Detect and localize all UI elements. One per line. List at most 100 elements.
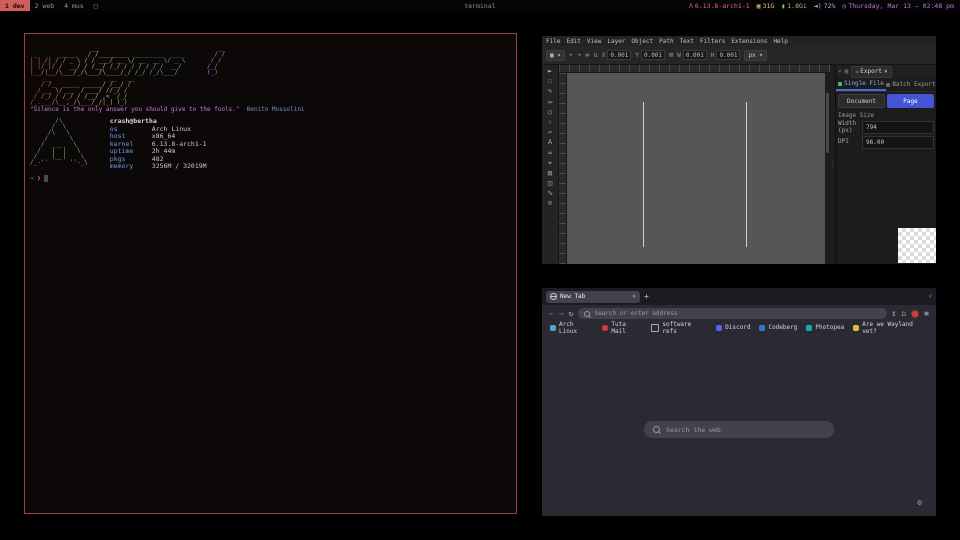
text-tool-icon[interactable]: A [548,139,552,146]
memory-icon: ▮ [781,2,785,10]
home-button[interactable]: ⌂ [901,310,906,318]
menu-extensions[interactable]: Extensions [731,38,767,45]
workspace-tag-mus[interactable]: 4 mus [59,0,89,11]
forward-button[interactable]: → [559,310,564,318]
export-tab-close-icon[interactable]: × [884,68,888,75]
menu-filters[interactable]: Filters [700,38,725,45]
downloads-button[interactable]: ↧ [892,310,897,318]
w-field[interactable]: W0.001 [677,50,707,60]
tab-close-icon[interactable]: × [632,293,636,300]
rectangle-tool-icon[interactable]: ▭ [548,99,552,106]
node-tool-icon[interactable]: ◌ [548,78,552,85]
workspace-tag-dev[interactable]: 1 dev [0,0,30,11]
extension-icon[interactable] [911,310,919,318]
disk-text: 31G [763,2,775,10]
3dbox-tool-icon[interactable]: ▱ [548,129,552,136]
browser-window[interactable]: New Tab × + ˅ ← → ↻ Search or enter addr… [542,288,936,516]
star-tool-icon[interactable]: ☆ [548,119,552,126]
wayland-favicon [853,325,859,331]
selector-tool-icon[interactable]: ► [548,68,552,75]
menu-path[interactable]: Path [659,38,673,45]
dpi-field-row: DPI 96.00 [836,134,936,149]
bookmarks-toolbar: Arch Linux Tuta Mail software refs Disco… [542,322,936,333]
units-dropdown[interactable]: px ▾ [744,50,766,61]
dropper-tool-icon[interactable]: ◫ [548,180,552,187]
rotate-ccw-icon[interactable]: ↶ [569,51,573,59]
status-modules: Λ 6.13.8-arch1-1 ▣ 31G ▮ 1.8Gi ◄) 72% ◷ … [689,2,960,10]
url-bar[interactable]: Search or enter address [578,308,886,319]
menu-edit[interactable]: Edit [566,38,580,45]
new-tab-button[interactable]: + [644,292,649,301]
workspace-tag-web[interactable]: 2 web [30,0,60,11]
dpi-input[interactable]: 96.00 [862,136,934,149]
clock-module: ◷ Thursday, Mar 13 — 02:48 pm [842,2,954,10]
bookmark-photopea[interactable]: Photopea [806,324,844,331]
folder-icon [651,324,659,332]
menu-layer[interactable]: Layer [607,38,625,45]
flip-horizontal-icon[interactable]: ⇄ [585,51,589,59]
tab-title: New Tab [560,293,585,300]
spiral-tool-icon[interactable]: ≈ [548,150,552,157]
dialog-pin-icon[interactable]: ✐ [838,68,842,75]
dialog-list-icon[interactable]: ▤ [845,68,849,75]
export-preview-checkerboard [898,228,936,263]
image-size-label: Image Size [836,110,936,119]
terminal-window[interactable]: __ __ _ _____ / /________ ____ ___ ___ /… [24,33,517,514]
bookmark-discord[interactable]: Discord [716,324,750,331]
reload-button[interactable]: ↻ [569,310,574,318]
browser-nav-bar: ← → ↻ Search or enter address ↧ ⌂ ≡ [542,305,936,322]
web-search-input[interactable]: Search the web [644,421,834,438]
arch-icon: Λ [689,2,693,10]
back-button[interactable]: ← [549,310,554,318]
menu-text[interactable]: Text [680,38,694,45]
flip-vertical-icon[interactable]: ⇅ [594,51,598,59]
rotate-cw-icon[interactable]: ↷ [577,51,581,59]
shell-prompt[interactable]: ~ ❯ [30,174,48,182]
inkscape-window[interactable]: File Edit View Layer Object Path Text Fi… [542,36,936,264]
width-input[interactable]: 794 [862,121,934,134]
ascii-banner: __ __ _ _____ / /________ ____ ___ ___ /… [30,46,225,106]
layout-symbol[interactable]: □ [89,2,103,10]
menu-button[interactable]: ≡ [924,310,929,318]
ellipse-tool-icon[interactable]: ○ [548,109,552,116]
fetch-output: /\ / \ /\ \ / \ / __ \ / | | \ / |__| \/… [30,118,207,171]
lock-ratio-icon[interactable]: ⊠ [669,51,673,59]
measure-tool-icon[interactable]: ⌖ [548,160,552,167]
menu-help[interactable]: Help [773,38,787,45]
calligraphy-tool-icon[interactable]: ∿ [547,190,553,197]
selection-mode-button[interactable]: ▦ ▾ [546,50,565,61]
export-dialog-tab[interactable]: ⇲ Export × [851,66,891,78]
disk-module: ▣ 31G [757,2,775,10]
workspace-tag-label: 2 web [35,2,55,10]
prompt-cwd: ~ [30,174,34,182]
shape-builder-tool-icon[interactable]: ✎ [548,88,552,95]
h-field[interactable]: H0.001 [711,50,741,60]
menu-file[interactable]: File [546,38,560,45]
document-button[interactable]: Document [838,94,885,108]
tab-single-file[interactable]: Single File [836,78,886,91]
menu-object[interactable]: Object [631,38,653,45]
menu-view[interactable]: View [587,38,601,45]
page-button[interactable]: Page [887,94,934,108]
export-icon: ⇲ [855,69,858,75]
kernel-text: 6.13.8-arch1-1 [695,2,750,10]
canvas-vertical-scrollbar[interactable] [825,73,830,264]
arch-logo-ascii: /\ / \ /\ \ / \ / __ \ / | | \ / |__| \/… [30,118,88,171]
bookmark-codeberg[interactable]: Codeberg [759,324,797,331]
disk-icon: ▣ [757,2,761,10]
gradient-tool-icon[interactable]: ▥ [548,170,552,177]
web-search-placeholder: Search the web [666,426,721,434]
tab-batch-export[interactable]: Batch Export [886,78,936,91]
photopea-favicon [806,325,812,331]
active-tab[interactable]: New Tab × [546,291,640,303]
spray-tool-icon[interactable]: ⊙ [548,200,552,207]
browser-tab-bar: New Tab × + ˅ [542,288,936,305]
datetime-text: Thursday, Mar 13 — 02:48 pm [848,2,954,10]
scrollbar-thumb[interactable] [826,93,829,153]
x-field[interactable]: X0.001 [602,50,632,60]
personalize-gear-icon[interactable]: ⚙ [917,498,922,507]
y-field[interactable]: Y0.001 [635,50,665,60]
list-tabs-chevron-icon[interactable]: ˅ [929,293,932,300]
speaker-icon: ◄) [814,2,822,10]
inkscape-canvas[interactable] [567,73,825,264]
